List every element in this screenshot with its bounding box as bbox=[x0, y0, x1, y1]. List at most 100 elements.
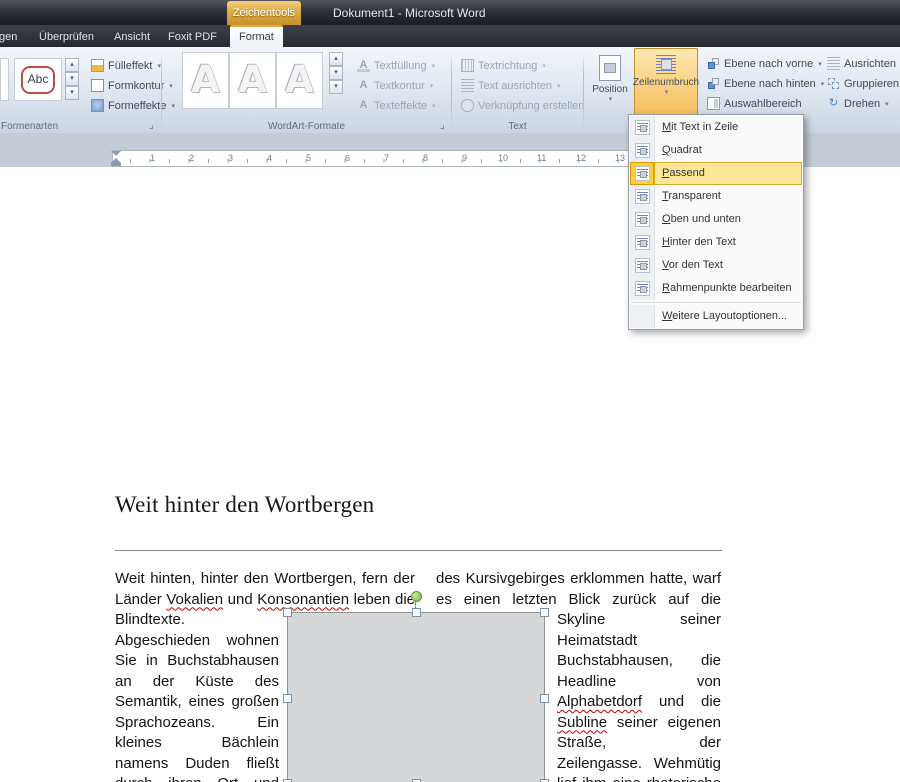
wrap-icon-glyph bbox=[635, 281, 650, 296]
ruler-number: 1 bbox=[150, 153, 155, 163]
wrap-menu-item-hinter-den-text[interactable]: Hinter den Text bbox=[630, 231, 802, 254]
fuelleffekt-label: Fülleffekt bbox=[108, 60, 152, 72]
menu-separator bbox=[631, 302, 801, 303]
left-indent-marker[interactable] bbox=[111, 163, 121, 166]
menu-item-label: Vor den Text bbox=[655, 254, 802, 277]
selection-pane-button[interactable]: Auswahlbereich bbox=[704, 94, 805, 113]
tab-foxit-pdf[interactable]: Foxit PDF bbox=[159, 27, 226, 47]
dialog-launcher-icon[interactable]: ⌟ bbox=[437, 120, 448, 131]
menu-item-label: Rahmenpunkte bearbeiten bbox=[655, 277, 802, 300]
zeilenumbruch-button[interactable]: Zeilenumbruch ▾ bbox=[634, 48, 698, 118]
wrap-icon-glyph bbox=[635, 189, 650, 204]
wordart-gallery-scroll-up[interactable]: ▴ bbox=[329, 52, 343, 66]
fuelleffekt-button[interactable]: Fülleffekt ▾ bbox=[88, 56, 164, 75]
rotation-handle[interactable] bbox=[411, 591, 422, 602]
wrap-icon-glyph bbox=[635, 235, 650, 250]
menu-item-label: Quadrat bbox=[655, 139, 802, 162]
wrap-menu-item-rahmenpunkte[interactable]: Rahmenpunkte bearbeiten bbox=[630, 277, 802, 300]
textfuellung-button[interactable]: A Textfüllung ▾ bbox=[354, 56, 438, 75]
shape-style-tile-partial[interactable] bbox=[0, 58, 9, 101]
ruler-number: 2 bbox=[189, 153, 194, 163]
create-link-icon bbox=[461, 99, 474, 112]
send-backward-button[interactable]: Ebene nach hinten ▾ bbox=[704, 74, 827, 93]
selection-pane-icon bbox=[707, 97, 720, 110]
rotate-objects-button[interactable]: ↻ Drehen ▾ bbox=[824, 94, 892, 113]
verknuepfung-label: Verknüpfung erstellen bbox=[478, 100, 584, 112]
send-backward-label: Ebene nach hinten bbox=[724, 78, 816, 90]
wrap-icon-glyph bbox=[635, 120, 650, 135]
rotate-label: Drehen bbox=[844, 98, 880, 110]
contextual-tab-group-label: Zeichentools bbox=[227, 1, 301, 25]
ruler-number: 3 bbox=[228, 153, 233, 163]
ruler-number: 6 bbox=[345, 153, 350, 163]
textfuellung-label: Textfüllung bbox=[374, 60, 427, 72]
wrap-behind-text-icon bbox=[630, 231, 655, 254]
wordart-style-tile-2[interactable]: A bbox=[229, 52, 276, 109]
tab-format[interactable]: Format bbox=[230, 25, 283, 47]
menu-item-label: Passend bbox=[655, 162, 802, 185]
selected-rectangle-shape[interactable] bbox=[287, 612, 545, 782]
verknuepfung-button[interactable]: Verknüpfung erstellen bbox=[458, 96, 587, 115]
caret-icon: ▾ bbox=[885, 100, 889, 108]
wrap-through-icon bbox=[630, 185, 655, 208]
wrap-menu-item-quadrat[interactable]: Quadrat bbox=[630, 139, 802, 162]
shape-gallery-more[interactable]: ▾ bbox=[65, 86, 79, 100]
wrap-square-icon bbox=[630, 139, 655, 162]
resize-handle-middle-right[interactable] bbox=[540, 694, 549, 703]
wordart-gallery-more[interactable]: ▾ bbox=[329, 80, 343, 94]
wordart-gallery-scroll-down[interactable]: ▾ bbox=[329, 66, 343, 80]
tab-partial[interactable]: gen bbox=[0, 27, 26, 47]
shape-gallery-scroll-down[interactable]: ▾ bbox=[65, 72, 79, 86]
textkontur-label: Textkontur bbox=[374, 80, 425, 92]
wordart-letter: A bbox=[230, 53, 275, 107]
wrap-menu-item-oben-und-unten[interactable]: Oben und unten bbox=[630, 208, 802, 231]
text-outline-icon: A bbox=[357, 79, 370, 92]
wrap-in-front-icon bbox=[630, 254, 655, 277]
position-button[interactable]: Position ▾ bbox=[588, 49, 632, 117]
textkontur-button[interactable]: A Textkontur ▾ bbox=[354, 76, 436, 95]
resize-handle-top-right[interactable] bbox=[540, 608, 549, 617]
window-title: Dokument1 - Microsoft Word bbox=[333, 0, 486, 25]
texteffekte-button[interactable]: A Texteffekte ▾ bbox=[354, 96, 439, 115]
text-fill-icon: A bbox=[357, 59, 370, 72]
dialog-launcher-icon[interactable]: ⌟ bbox=[146, 120, 157, 131]
wrap-menu-item-passend[interactable]: Passend bbox=[630, 162, 802, 185]
shape-gallery-scroll-up[interactable]: ▴ bbox=[65, 58, 79, 72]
align-objects-icon bbox=[827, 57, 840, 70]
selection-pane-label: Auswahlbereich bbox=[724, 98, 802, 110]
ruler-number: 4 bbox=[267, 153, 272, 163]
resize-handle-top-middle[interactable] bbox=[412, 608, 421, 617]
title-bar: Zeichentools Dokument1 - Microsoft Word bbox=[0, 0, 900, 25]
document-heading[interactable]: Weit hinter den Wortbergen bbox=[115, 492, 374, 518]
ruler-number: 12 bbox=[576, 153, 586, 163]
wordart-style-tile-1[interactable]: A bbox=[182, 52, 229, 109]
tab-ansicht[interactable]: Ansicht bbox=[105, 27, 159, 47]
align-objects-button[interactable]: Ausrichten ▾ bbox=[824, 54, 900, 73]
shape-style-preview: Abc bbox=[21, 66, 55, 94]
wordart-letter: A bbox=[277, 53, 322, 107]
wrap-menu-item-weitere-layoutoptionen[interactable]: Weitere Layoutoptionen... bbox=[630, 305, 802, 328]
wrap-tight-icon bbox=[630, 162, 655, 185]
wrap-menu-item-vor-den-text[interactable]: Vor den Text bbox=[630, 254, 802, 277]
send-backward-icon bbox=[707, 77, 720, 90]
wrap-menu-item-transparent[interactable]: Transparent bbox=[630, 185, 802, 208]
first-line-indent-marker[interactable] bbox=[111, 151, 121, 156]
wordart-style-tile-3[interactable]: A bbox=[276, 52, 323, 109]
group-objects-button[interactable]: Gruppieren ▾ bbox=[824, 74, 900, 93]
resize-handle-top-left[interactable] bbox=[283, 608, 292, 617]
resize-handle-middle-left[interactable] bbox=[283, 694, 292, 703]
menu-item-label: Transparent bbox=[655, 185, 802, 208]
bring-forward-button[interactable]: Ebene nach vorne ▾ bbox=[704, 54, 825, 73]
caret-icon: ▾ bbox=[430, 82, 434, 90]
text-ausrichten-button[interactable]: Text ausrichten ▾ bbox=[458, 76, 564, 95]
tab-ueberpruefen[interactable]: Überprüfen bbox=[30, 27, 103, 47]
edit-wrap-points-icon bbox=[630, 277, 655, 300]
position-label: Position bbox=[592, 84, 628, 95]
wrap-menu-item-mit-text-in-zeile[interactable]: Mit Text in Zeile bbox=[630, 116, 802, 139]
wrap-inline-icon bbox=[630, 116, 655, 139]
caret-icon: ▾ bbox=[432, 62, 436, 70]
text-wrapping-icon bbox=[656, 55, 676, 74]
shape-style-abc-tile[interactable]: Abc bbox=[14, 58, 62, 101]
caret-icon: ▾ bbox=[432, 102, 436, 110]
textrichtung-button[interactable]: Textrichtung ▾ bbox=[458, 56, 549, 75]
